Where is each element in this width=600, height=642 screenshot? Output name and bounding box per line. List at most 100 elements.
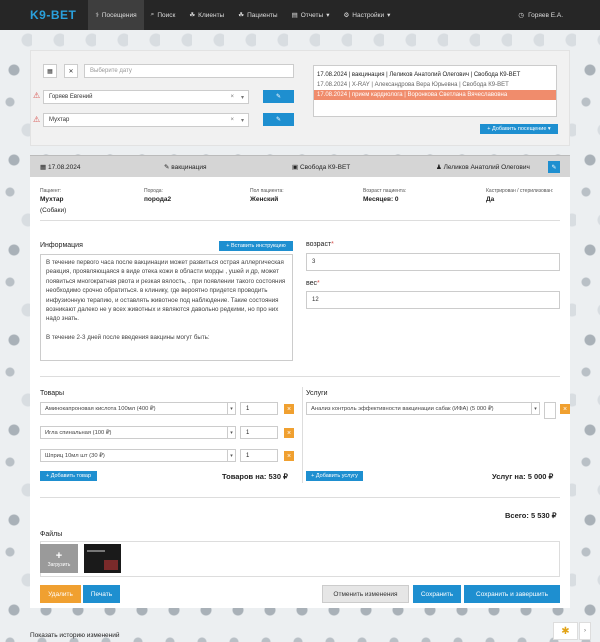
nav-settings[interactable]: ⚙ Настройки ▾: [336, 0, 397, 30]
visit-item[interactable]: 17.08.2024 | вакцинация | Леликов Анатол…: [314, 70, 556, 80]
patient-label: Пациент:: [40, 188, 62, 194]
patient-age: Месяцев: 0: [363, 196, 399, 203]
clear-icon[interactable]: ×: [230, 117, 234, 123]
sex-label: Пол пациента:: [250, 188, 284, 194]
edit-patient-button[interactable]: ✎: [263, 113, 294, 126]
chevron-down-icon[interactable]: ▾: [241, 117, 244, 124]
goods-qty-input[interactable]: 1: [240, 426, 278, 439]
age-input[interactable]: 3: [306, 253, 560, 271]
breed-label: Порода:: [144, 188, 163, 194]
service-item-select[interactable]: Анализ контроль эффективности вакцинации…: [306, 402, 540, 415]
patient-select[interactable]: Мухтар × ▾: [43, 113, 249, 127]
edit-doctor-button[interactable]: ✎: [263, 90, 294, 103]
upload-file-button[interactable]: + Загрузить: [40, 544, 78, 573]
clear-date-button[interactable]: ✕: [64, 64, 78, 78]
patient-name: Мухтар: [40, 196, 64, 203]
visit-item-selected[interactable]: 17.08.2024 | прием кардиолога | Воронков…: [314, 90, 556, 100]
files-label: Файлы: [40, 531, 63, 538]
edit-visit-button[interactable]: ✎: [548, 161, 560, 173]
nav-clients[interactable]: ☘ Клиенты: [182, 0, 231, 30]
visit-clinic: ▣ Свобода К9-ВЕТ: [292, 163, 351, 171]
patient-species: (Собаки): [40, 207, 67, 214]
grand-total: Всего: 5 530 ₽: [505, 511, 557, 520]
nav-patients[interactable]: ☘ Пациенты: [231, 0, 284, 30]
clock-icon: ◷: [518, 12, 525, 19]
divider: [40, 376, 560, 377]
add-service-button[interactable]: + Добавить услугу: [306, 471, 363, 481]
weight-input[interactable]: 12: [306, 291, 560, 309]
date-input[interactable]: Выберите дату: [84, 64, 294, 78]
remove-goods-button[interactable]: ×: [284, 428, 294, 438]
doctor-select[interactable]: Горяев Евгений × ▾: [43, 90, 249, 104]
chevron-down-icon[interactable]: ▾: [227, 449, 236, 462]
info-label: Информация: [40, 242, 83, 249]
visit-header: ▦ 17.08.2024 ✎ вакцинация ▣ Свобода К9-В…: [30, 155, 570, 177]
info-paragraph: В течение 2-3 дней после введения вакцин…: [46, 333, 210, 341]
calendar-icon: ▦: [40, 163, 48, 171]
nav-search[interactable]: ⌕ Поиск: [144, 0, 183, 30]
patient-sex: Женский: [250, 196, 279, 203]
show-history-link[interactable]: Показать историю изменений: [30, 632, 120, 639]
paw-icon: ☘: [189, 12, 196, 19]
pencil-icon: ✎: [275, 94, 282, 100]
goods-item-select[interactable]: Шприц 10мл шт (30 ₽): [40, 449, 236, 462]
chevron-down-icon[interactable]: ▾: [227, 402, 236, 415]
visit-item[interactable]: 17.08.2024 | X-RAY | Александрова Вера Ю…: [314, 80, 556, 90]
chevron-down-icon[interactable]: ▾: [531, 402, 540, 415]
insert-instruction-button[interactable]: + Вставить инструкцию: [219, 241, 293, 251]
close-icon: ✕: [68, 68, 74, 75]
close-icon: ×: [286, 405, 292, 413]
visits-list[interactable]: 17.08.2024 | вакцинация | Леликов Анатол…: [313, 65, 557, 117]
user-icon: ♟: [436, 163, 444, 171]
visit-selector-panel: ▦ ✕ Выберите дату ⚠ Горяев Евгений × ▾ ✎ ⚠…: [30, 50, 570, 146]
chevron-right-icon[interactable]: ›: [579, 622, 591, 640]
goods-qty-input[interactable]: 1: [240, 402, 278, 415]
calendar-button[interactable]: ▦: [43, 64, 57, 78]
clear-icon[interactable]: ×: [230, 94, 234, 100]
info-textarea[interactable]: В течение первого часа после вакцинации …: [40, 254, 293, 361]
services-label: Услуги: [306, 390, 328, 397]
delete-button[interactable]: Удалить: [40, 585, 81, 603]
visit-type: ✎ вакцинация: [164, 163, 207, 171]
close-icon: ×: [562, 405, 568, 413]
cancel-changes-button[interactable]: Отменить изменения: [322, 585, 409, 603]
plus-icon: +: [55, 549, 63, 562]
add-visit-button[interactable]: + Добавить посещение ▾: [480, 124, 558, 134]
document-icon: ▤: [291, 12, 298, 19]
castrated-label: Кастрирован / стерилизован:: [486, 188, 554, 194]
remove-goods-button[interactable]: ×: [284, 404, 294, 414]
nav-reports[interactable]: ▤ Отчеты ▾: [285, 0, 337, 30]
widget-logo-icon[interactable]: ✱: [553, 622, 578, 640]
close-icon: ×: [286, 429, 292, 437]
save-and-finish-button[interactable]: Сохранить и завершить: [464, 585, 560, 603]
patient-breed: порода2: [144, 196, 172, 203]
close-icon: ×: [286, 452, 292, 460]
info-paragraph: В течение первого часа после вакцинации …: [46, 259, 286, 323]
caret-down-icon: ▾: [387, 12, 391, 19]
stethoscope-icon: ⚕: [95, 12, 99, 19]
hospital-icon: ▣: [292, 163, 300, 171]
pencil-icon: ✎: [551, 164, 557, 171]
save-button[interactable]: Сохранить: [413, 585, 461, 603]
warning-icon: ⚠: [33, 115, 41, 124]
service-qty-input[interactable]: [544, 402, 556, 419]
age-label: Возраст пациента:: [363, 188, 407, 194]
remove-service-button[interactable]: ×: [560, 404, 570, 414]
nav-visits[interactable]: ⚕ Посещения: [88, 0, 144, 30]
add-goods-button[interactable]: + Добавить товар: [40, 471, 97, 481]
gears-icon: ⚙: [343, 12, 350, 19]
file-thumbnail[interactable]: [84, 544, 121, 573]
pencil-icon: ✎: [275, 117, 282, 123]
goods-item-select[interactable]: Игла спинальная (100 ₽): [40, 426, 236, 439]
goods-total: Товаров на: 530 ₽: [222, 472, 288, 481]
app-logo[interactable]: K9-BET: [0, 8, 88, 22]
visit-doctor: ♟ Леликов Анатолий Олегович: [436, 163, 530, 171]
goods-item-select[interactable]: Аминокапроновая кислота 100мл (400 ₽): [40, 402, 236, 415]
paw-icon: ☘: [238, 12, 245, 19]
user-menu[interactable]: ◷ Горяев Е.А.: [518, 11, 600, 20]
chevron-down-icon[interactable]: ▾: [227, 426, 236, 439]
goods-qty-input[interactable]: 1: [240, 449, 278, 462]
print-button[interactable]: Печать: [83, 585, 120, 603]
remove-goods-button[interactable]: ×: [284, 451, 294, 461]
chevron-down-icon[interactable]: ▾: [241, 94, 244, 101]
